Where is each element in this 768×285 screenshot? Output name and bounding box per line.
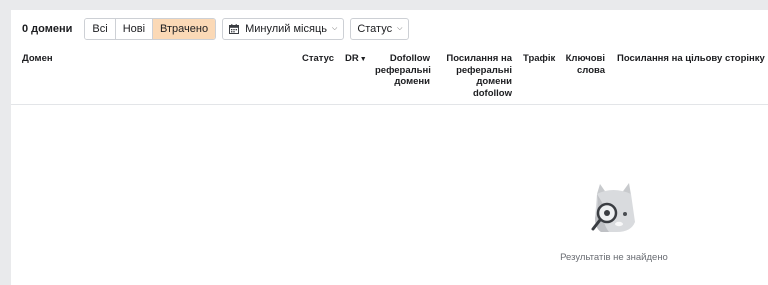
sort-desc-icon: ▼ [359,56,367,63]
filter-segmented-control: Всі Нові Втрачено [84,18,217,40]
column-header-keywords[interactable]: Ключові слова [562,53,605,76]
filter-all-button[interactable]: Всі [85,19,116,39]
header-divider [11,104,768,105]
column-header-traffic[interactable]: Трафік [523,53,555,65]
column-header-target-link[interactable]: Посилання на цільову сторінку [617,53,765,65]
column-header-status[interactable]: Статус [302,53,334,65]
chevron-down-icon: ⌵ [332,25,338,32]
empty-state-message: Результатів не знайдено [560,252,668,263]
empty-state: Результатів не знайдено [531,182,697,263]
column-header-dofollow-ref-domains[interactable]: Dofollow реферальні домени [375,53,431,88]
table-header: Домен Статус DR▼ Dofollow реферальні дом… [11,53,768,105]
filter-lost-button[interactable]: Втрачено [153,19,216,39]
date-range-label: Минулий місяць [245,23,327,35]
toolbar: 0 домени Всі Нові Втрачено Минулий місяц… [22,18,410,40]
chevron-down-icon: ⌵ [397,25,403,32]
content-panel: 0 домени Всі Нові Втрачено Минулий місяц… [11,10,768,285]
mascot-magnifier-icon [591,183,635,232]
domain-count: 0 домени [22,23,73,35]
column-header-domain[interactable]: Домен [22,53,53,65]
column-header-dr[interactable]: DR▼ [345,53,367,66]
status-filter-dropdown[interactable]: Статус ⌵ [350,18,410,40]
status-filter-label: Статус [357,23,393,35]
calendar-icon [229,24,240,34]
date-range-dropdown[interactable]: Минулий місяць ⌵ [222,18,345,40]
column-header-ref-domain-links[interactable]: Посилання на реферальні домени dofollow [443,53,512,99]
filter-new-button[interactable]: Нові [115,19,154,39]
column-header-dr-label: DR [345,53,359,64]
